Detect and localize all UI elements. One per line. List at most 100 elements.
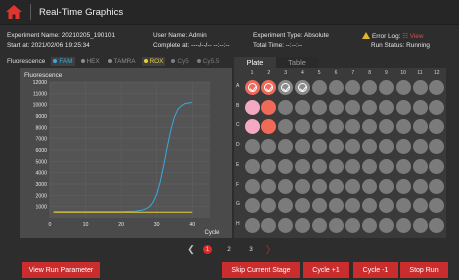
- well[interactable]: [362, 80, 378, 95]
- well[interactable]: [278, 217, 294, 233]
- well[interactable]: [244, 198, 260, 214]
- well[interactable]: [244, 99, 260, 115]
- well[interactable]: [311, 99, 327, 115]
- well[interactable]: [261, 99, 277, 115]
- column-header[interactable]: 5: [311, 70, 327, 76]
- column-header[interactable]: 7: [345, 70, 361, 76]
- page-3-button[interactable]: 3: [245, 243, 257, 255]
- well[interactable]: [412, 158, 428, 174]
- well[interactable]: [328, 198, 344, 214]
- channel-tamra-toggle[interactable]: TAMRA: [106, 57, 138, 66]
- well[interactable]: [412, 139, 428, 155]
- well[interactable]: [395, 80, 411, 95]
- well[interactable]: [278, 178, 294, 194]
- well[interactable]: [395, 139, 411, 155]
- page-2-button[interactable]: 2: [223, 243, 235, 255]
- well[interactable]: [328, 217, 344, 233]
- well[interactable]: [261, 198, 277, 214]
- view-run-parameter-button[interactable]: View Run Parameter: [22, 262, 100, 278]
- column-header[interactable]: 2: [261, 70, 277, 76]
- well[interactable]: [244, 158, 260, 174]
- well[interactable]: [362, 119, 378, 135]
- column-header[interactable]: 11: [412, 70, 428, 76]
- row-header[interactable]: E: [236, 162, 242, 168]
- column-header[interactable]: 1: [244, 70, 260, 76]
- well[interactable]: [345, 119, 361, 135]
- channel-fam-toggle[interactable]: FAM: [51, 56, 75, 66]
- well[interactable]: [378, 178, 394, 194]
- row-header[interactable]: H: [236, 221, 242, 227]
- well[interactable]: [261, 139, 277, 155]
- home-icon[interactable]: [6, 4, 22, 20]
- well[interactable]: [294, 80, 310, 95]
- well[interactable]: [345, 139, 361, 155]
- well[interactable]: [429, 119, 445, 135]
- well[interactable]: [362, 158, 378, 174]
- well[interactable]: [395, 178, 411, 194]
- channel-cy55-toggle[interactable]: Cy5.5: [195, 57, 222, 66]
- well[interactable]: [412, 99, 428, 115]
- well[interactable]: [378, 99, 394, 115]
- well[interactable]: [362, 99, 378, 115]
- well[interactable]: [328, 139, 344, 155]
- well[interactable]: [294, 99, 310, 115]
- tab-plate[interactable]: Plate: [234, 57, 276, 68]
- well[interactable]: [378, 139, 394, 155]
- well[interactable]: [395, 119, 411, 135]
- well[interactable]: [278, 99, 294, 115]
- next-page-icon[interactable]: ❯: [262, 243, 274, 255]
- well[interactable]: [378, 217, 394, 233]
- well[interactable]: [278, 80, 294, 95]
- well[interactable]: [345, 158, 361, 174]
- well[interactable]: [362, 198, 378, 214]
- row-header[interactable]: A: [236, 83, 242, 89]
- column-header[interactable]: 8: [362, 70, 378, 76]
- channel-hex-toggle[interactable]: HEX: [79, 57, 102, 66]
- well[interactable]: [328, 80, 344, 95]
- well[interactable]: [278, 198, 294, 214]
- well[interactable]: [362, 139, 378, 155]
- row-header[interactable]: G: [236, 201, 242, 207]
- well[interactable]: [429, 198, 445, 214]
- well[interactable]: [378, 119, 394, 135]
- well[interactable]: [294, 119, 310, 135]
- well[interactable]: [429, 217, 445, 233]
- well[interactable]: [345, 217, 361, 233]
- well[interactable]: [378, 158, 394, 174]
- well[interactable]: [328, 178, 344, 194]
- well[interactable]: [328, 99, 344, 115]
- well[interactable]: [278, 119, 294, 135]
- well[interactable]: [395, 158, 411, 174]
- well[interactable]: [345, 99, 361, 115]
- well[interactable]: [244, 139, 260, 155]
- well[interactable]: [412, 198, 428, 214]
- well[interactable]: [294, 178, 310, 194]
- row-header[interactable]: B: [236, 103, 242, 109]
- well[interactable]: [311, 158, 327, 174]
- well[interactable]: [429, 178, 445, 194]
- well[interactable]: [412, 80, 428, 95]
- well[interactable]: [378, 198, 394, 214]
- row-header[interactable]: F: [236, 182, 242, 188]
- well[interactable]: [328, 119, 344, 135]
- well[interactable]: [345, 178, 361, 194]
- well[interactable]: [412, 178, 428, 194]
- skip-current-stage-button[interactable]: Skip Current Stage: [222, 262, 300, 278]
- well[interactable]: [362, 217, 378, 233]
- well[interactable]: [429, 99, 445, 115]
- well[interactable]: [311, 139, 327, 155]
- cycle-minus-button[interactable]: Cycle -1: [353, 262, 398, 278]
- well[interactable]: [378, 80, 394, 95]
- well[interactable]: [294, 139, 310, 155]
- well[interactable]: [278, 139, 294, 155]
- well[interactable]: [261, 80, 277, 95]
- column-header[interactable]: 3: [278, 70, 294, 76]
- well[interactable]: [429, 139, 445, 155]
- column-header[interactable]: 4: [294, 70, 310, 76]
- well[interactable]: [328, 158, 344, 174]
- well[interactable]: [311, 198, 327, 214]
- well[interactable]: [362, 178, 378, 194]
- well[interactable]: [261, 178, 277, 194]
- well[interactable]: [345, 80, 361, 95]
- well[interactable]: [278, 158, 294, 174]
